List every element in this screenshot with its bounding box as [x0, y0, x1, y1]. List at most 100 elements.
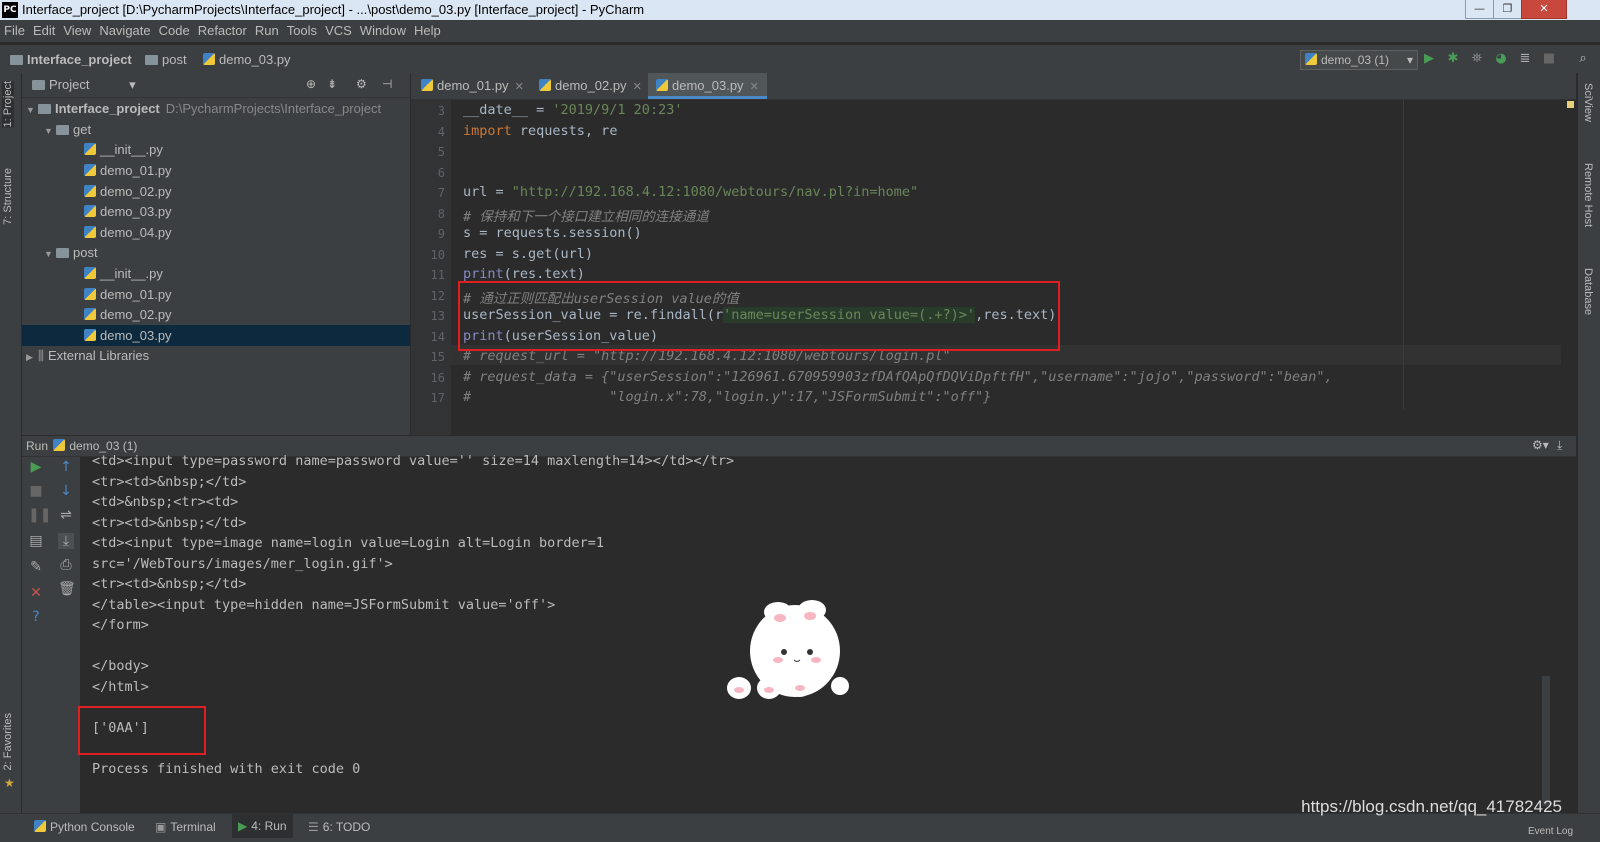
close-icon[interactable]: ✕ — [633, 81, 642, 93]
breadcrumb-file[interactable]: demo_03.py — [203, 52, 291, 67]
trash-icon[interactable]: 🗑 — [58, 581, 76, 597]
code-line[interactable]: import requests, re — [463, 123, 617, 139]
gear-icon[interactable]: ⚙▾ — [1532, 438, 1549, 452]
hide-panel-icon[interactable]: ⊣ — [382, 77, 392, 91]
tree-file[interactable]: __init__.py — [22, 139, 410, 160]
stop-icon[interactable]: ■ — [28, 483, 44, 499]
rerun-icon[interactable]: ▶ — [28, 459, 44, 475]
maximize-button[interactable]: ❐ — [1493, 0, 1522, 19]
hide-panel-icon[interactable]: ⤓ — [1557, 438, 1562, 453]
tree-file[interactable]: demo_03.py — [22, 201, 410, 222]
code-line[interactable]: res = s.get(url) — [463, 246, 593, 262]
menu-tools[interactable]: Tools — [283, 20, 321, 41]
scroll-to-end-icon[interactable]: ⤓ — [58, 533, 74, 549]
tab-demo-02[interactable]: demo_02.py ✕ — [531, 73, 650, 99]
code-comment[interactable]: # 保持和下一个接口建立相同的连接通道 — [463, 205, 709, 225]
pin-icon[interactable]: ✎ — [28, 559, 44, 575]
tree-file[interactable]: demo_01.py — [22, 160, 410, 181]
tree-folder-post[interactable]: ▼ post — [22, 242, 410, 263]
menu-help[interactable]: Help — [410, 20, 445, 41]
collapse-all-icon[interactable]: ⇟ — [327, 77, 337, 91]
python-file-icon — [84, 185, 96, 197]
tree-file[interactable]: demo_02.py — [22, 181, 410, 202]
chevron-right-icon: ▶ — [26, 352, 33, 362]
tab-demo-01[interactable]: demo_01.py ✕ — [413, 73, 532, 99]
menu-navigate[interactable]: Navigate — [95, 20, 154, 41]
console-line: src='/WebTours/images/mer_login.gif'> — [92, 556, 393, 572]
tab-run[interactable]: ▶ 4: Run — [232, 814, 293, 838]
run-panel-title: Run demo_03 (1) — [26, 439, 138, 453]
menu-refactor[interactable]: Refactor — [194, 20, 251, 41]
search-icon[interactable]: ⌕ — [1576, 52, 1590, 66]
close-icon[interactable]: ✕ — [515, 81, 524, 93]
tree-external-libraries[interactable]: ▶ ⫼ External Libraries — [22, 345, 410, 366]
console-line: </body> — [92, 658, 149, 674]
stop-icon[interactable]: ■ — [1542, 52, 1556, 66]
tab-python-console[interactable]: Python Console — [34, 820, 135, 834]
close-window-button[interactable]: ✕ — [1521, 0, 1567, 19]
code-line[interactable]: s = requests.session() — [463, 225, 642, 241]
menu-code[interactable]: Code — [155, 20, 194, 41]
coverage-icon[interactable]: ⛯ — [1470, 52, 1484, 66]
close-icon[interactable]: ✕ — [750, 81, 759, 93]
tab-terminal[interactable]: ▣ Terminal — [155, 820, 216, 834]
code-comment[interactable]: # request_data = {"userSession":"126961.… — [463, 369, 1333, 385]
up-arrow-icon[interactable]: ↑ — [58, 459, 74, 475]
breadcrumb-project[interactable]: Interface_project — [10, 52, 132, 67]
project-view-select[interactable]: Project ▾ — [32, 77, 136, 93]
profile-icon[interactable]: ◕ — [1494, 52, 1508, 66]
build-icon[interactable]: ≣ — [1518, 52, 1532, 66]
tree-root[interactable]: ▼ Interface_project D:\PycharmProjects\Int… — [22, 98, 410, 119]
code-comment[interactable]: # "login.x":78,"login.y":17,"JSFormSubmi… — [463, 389, 991, 405]
soft-wrap-icon[interactable]: ⇌ — [58, 507, 74, 523]
tree-file[interactable]: demo_04.py — [22, 222, 410, 243]
line-number: 16 — [430, 371, 445, 385]
tree-file[interactable]: demo_02.py — [22, 304, 410, 325]
layout-icon[interactable]: ▤ — [28, 533, 44, 549]
event-log-button[interactable]: Event Log — [1528, 826, 1573, 837]
tab-todo[interactable]: ☰ 6: TODO — [308, 820, 370, 834]
line-number: 7 — [437, 186, 445, 200]
python-file-icon — [84, 308, 96, 320]
tree-file[interactable]: __init__.py — [22, 263, 410, 284]
code-line[interactable]: url = "http://192.168.4.12:1080/webtours… — [463, 184, 918, 200]
gear-icon[interactable]: ⚙ — [356, 77, 367, 91]
debug-icon[interactable]: ✱ — [1446, 52, 1460, 66]
tab-sciview[interactable]: SciView — [1582, 83, 1594, 122]
console-line: <td><input type=password name=password v… — [92, 453, 735, 469]
tab-demo-03[interactable]: demo_03.py ✕ — [648, 73, 767, 99]
menu-window[interactable]: Window — [356, 20, 410, 41]
menu-run[interactable]: Run — [251, 20, 283, 41]
minimize-button[interactable]: — — [1465, 0, 1494, 19]
help-icon[interactable]: ? — [28, 609, 44, 625]
print-icon[interactable]: ⎙ — [58, 557, 74, 573]
console-exit-message: Process finished with exit code 0 — [92, 761, 361, 777]
target-icon[interactable]: ⊕ — [306, 77, 316, 91]
run-icon[interactable]: ▶ — [1422, 52, 1436, 66]
line-number: 4 — [437, 125, 445, 139]
project-panel: Project ▾ ⊕ ⇟ ⚙ ⊣ ▼ Interface_project D:\P… — [22, 73, 410, 435]
tree-file-selected[interactable]: demo_03.py — [22, 325, 410, 346]
code-line[interactable]: __date__ = '2019/9/1 20:23' — [463, 102, 682, 118]
run-configuration-select[interactable]: demo_03 (1) ▾ — [1300, 50, 1418, 70]
tab-structure[interactable]: 7: Structure — [2, 168, 14, 225]
breadcrumb-folder[interactable]: post — [145, 52, 187, 67]
tab-project[interactable]: 1: Project — [2, 81, 14, 128]
python-file-icon — [34, 820, 46, 832]
close-icon[interactable]: ✕ — [28, 585, 44, 601]
python-file-icon — [656, 79, 668, 91]
menu-edit[interactable]: Edit — [29, 20, 59, 41]
pause-icon[interactable]: ❚❚ — [28, 507, 51, 523]
tab-remote-host[interactable]: Remote Host — [1582, 163, 1594, 227]
tab-favorites[interactable]: 2: Favorites — [2, 713, 14, 770]
code-line[interactable]: print(res.text) — [463, 266, 585, 282]
down-arrow-icon[interactable]: ↓ — [58, 483, 74, 499]
tab-database[interactable]: Database — [1582, 268, 1594, 315]
tree-file[interactable]: demo_01.py — [22, 284, 410, 305]
tree-folder-get[interactable]: ▼ get — [22, 119, 410, 140]
menu-view[interactable]: View — [59, 20, 95, 41]
menu-file[interactable]: File — [0, 20, 29, 41]
scrollbar[interactable] — [1542, 676, 1550, 806]
menu-vcs[interactable]: VCS — [321, 20, 356, 41]
bunny-sticker-image — [727, 600, 849, 699]
